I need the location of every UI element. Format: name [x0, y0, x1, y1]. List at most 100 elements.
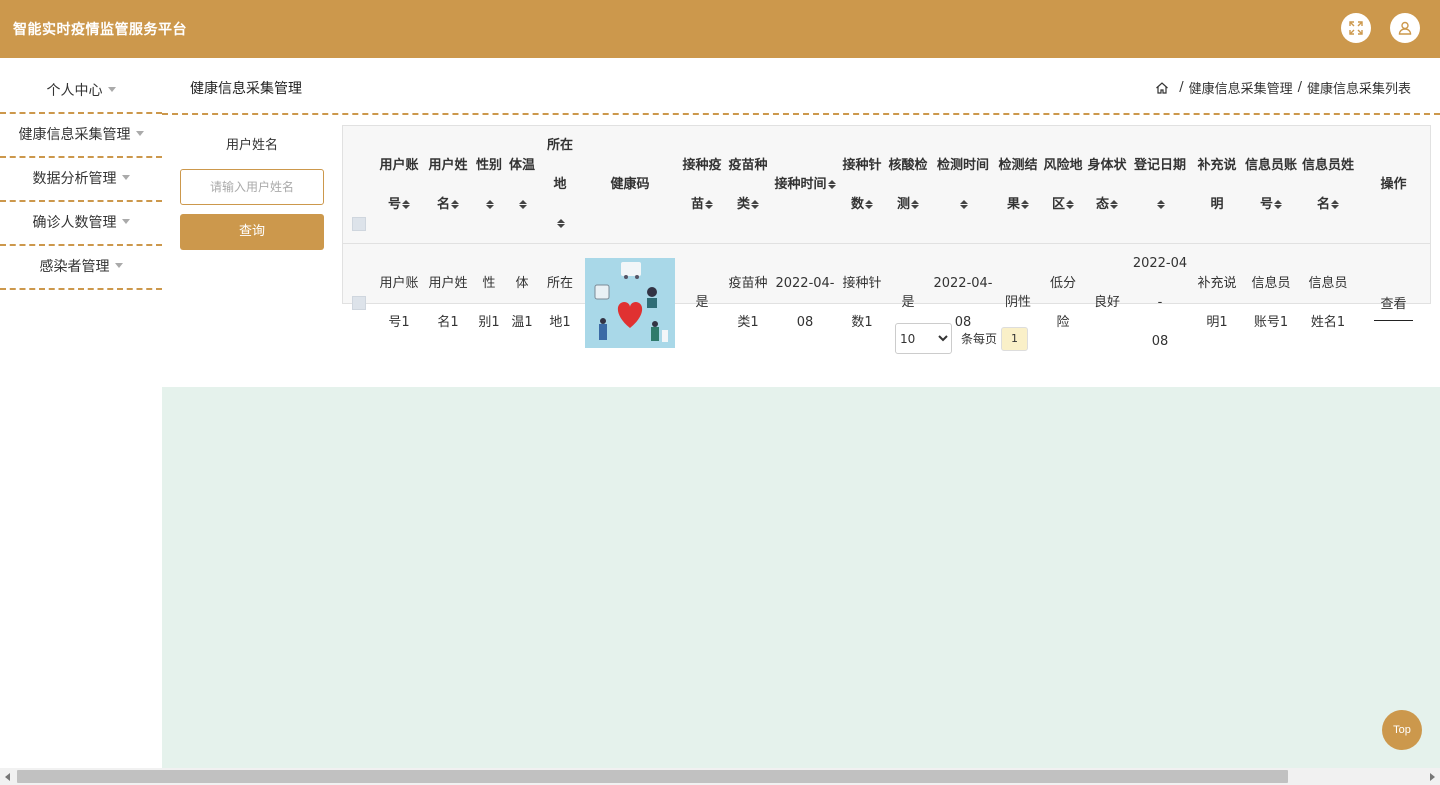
table-cell: 低分险 — [1049, 275, 1076, 330]
user-icon — [1398, 21, 1412, 35]
sort-icon[interactable] — [827, 180, 836, 189]
column-header[interactable]: 登记日期 — [1129, 126, 1191, 244]
table-row: 用户账 号1 用户姓 名1 性别1 体温1 所在 地1 是 疫苗种 类1 202… — [343, 244, 1430, 362]
column-header[interactable]: 信息员账号 — [1243, 126, 1299, 244]
table-header-row: 用户账号 用户姓名 性别 体温 所在地 健康码 接种疫苗 疫苗种类 接种时间 接… — [343, 126, 1430, 244]
table-cell: 良好 — [1093, 295, 1120, 310]
column-header[interactable]: 信息员姓名 — [1299, 126, 1357, 244]
sort-icon[interactable] — [865, 199, 873, 209]
page-title: 健康信息采集管理 — [190, 81, 302, 97]
scrollbar-thumb[interactable] — [17, 770, 1288, 783]
sidebar-item-confirmed-cases[interactable]: 确诊人数管理 — [0, 202, 162, 246]
sort-icon[interactable] — [1274, 199, 1282, 209]
sidebar-item-personal-center[interactable]: 个人中心 — [0, 58, 162, 114]
breadcrumb-separator: / — [1179, 80, 1184, 95]
back-to-top-button[interactable]: Top — [1382, 710, 1422, 750]
sidebar-item-label: 数据分析管理 — [32, 171, 117, 187]
sort-icon[interactable] — [402, 199, 410, 209]
table-cell: 2022-04- 08 — [1132, 256, 1188, 349]
page-header: 健康信息采集管理 / 健康信息采集管理 / 健康信息采集列表 — [162, 58, 1440, 115]
page-size-select[interactable]: 10 — [895, 323, 952, 354]
view-button[interactable]: 查看 — [1374, 290, 1413, 321]
sort-icon[interactable] — [705, 199, 713, 209]
sort-icon[interactable] — [451, 199, 459, 209]
home-icon[interactable] — [1155, 81, 1169, 95]
column-header[interactable]: 用户账号 — [375, 126, 423, 244]
table-cell: 疫苗种 类1 — [728, 275, 768, 330]
table-cell: 2022-04- 08 — [775, 275, 835, 330]
fullscreen-button[interactable] — [1341, 13, 1371, 43]
breadcrumb: / 健康信息采集管理 / 健康信息采集列表 — [1155, 78, 1411, 97]
health-code-image[interactable] — [585, 257, 675, 348]
scroll-left-icon[interactable] — [5, 773, 10, 781]
content-background — [162, 387, 1440, 768]
sort-icon[interactable] — [1066, 199, 1074, 209]
table-cell: 信息员 姓名1 — [1308, 275, 1348, 330]
query-button[interactable]: 查询 — [180, 214, 324, 250]
caret-down-icon — [107, 86, 116, 92]
sort-icon[interactable] — [556, 219, 565, 228]
sort-icon[interactable] — [959, 199, 968, 209]
column-header[interactable]: 检测时间 — [931, 126, 995, 244]
column-header[interactable]: 检测结果 — [995, 126, 1041, 244]
breadcrumb-item[interactable]: 健康信息采集管理 — [1189, 78, 1293, 97]
table-cell: 接种针 数1 — [842, 275, 882, 330]
app-title: 智能实时疫情监管服务平台 — [13, 22, 187, 38]
page-number-button[interactable]: 1 — [1001, 326, 1029, 351]
caret-down-icon — [135, 130, 144, 136]
per-page-label: 条每页 — [961, 332, 998, 346]
select-all-cell — [343, 126, 375, 244]
column-header[interactable]: 风险地区 — [1041, 126, 1085, 244]
column-header[interactable]: 核酸检测 — [885, 126, 931, 244]
column-header[interactable]: 接种时间 — [771, 126, 839, 244]
sort-icon[interactable] — [1110, 199, 1118, 209]
sidebar-item-infected[interactable]: 感染者管理 — [0, 246, 162, 290]
pagination: 10 条每页 1 — [895, 323, 1029, 354]
column-header[interactable]: 用户姓名 — [423, 126, 473, 244]
table-cell: 性别1 — [478, 275, 500, 330]
sidebar-item-label: 健康信息采集管理 — [18, 127, 131, 143]
sort-icon[interactable] — [1021, 199, 1029, 209]
breadcrumb-separator: / — [1297, 80, 1302, 95]
column-header[interactable]: 体温 — [505, 126, 539, 244]
sidebar-item-health-info[interactable]: 健康信息采集管理 — [0, 114, 162, 158]
breadcrumb-item: 健康信息采集列表 — [1306, 82, 1411, 97]
sort-icon[interactable] — [911, 199, 919, 209]
sidebar: 个人中心 健康信息采集管理 数据分析管理 确诊人数管理 感染者管理 — [0, 58, 162, 290]
column-header[interactable]: 接种疫苗 — [679, 126, 725, 244]
table-cell: 体温1 — [511, 275, 533, 330]
sidebar-item-data-analysis[interactable]: 数据分析管理 — [0, 158, 162, 202]
column-header: 补充说明 — [1197, 157, 1237, 212]
column-header: 健康码 — [610, 177, 650, 192]
row-checkbox[interactable] — [352, 295, 366, 310]
table-cell: 所在 地1 — [546, 275, 573, 330]
sort-icon[interactable] — [1156, 199, 1165, 209]
top-bar: 智能实时疫情监管服务平台 — [0, 0, 1440, 58]
table-cell: 用户姓 名1 — [428, 275, 468, 330]
caret-down-icon — [121, 174, 130, 180]
column-header[interactable]: 所在地 — [539, 126, 581, 244]
sort-icon[interactable] — [518, 199, 527, 209]
column-header[interactable]: 接种针数 — [839, 126, 885, 244]
search-label: 用户姓名 — [225, 138, 278, 153]
username-search-input[interactable] — [180, 169, 324, 205]
fullscreen-icon — [1349, 21, 1363, 35]
sidebar-item-label: 感染者管理 — [39, 259, 110, 275]
horizontal-scrollbar[interactable] — [0, 768, 1440, 785]
health-code-cell — [581, 244, 679, 362]
sort-icon[interactable] — [485, 199, 494, 209]
select-all-checkbox[interactable] — [352, 216, 366, 231]
table-cell: 信息员 账号1 — [1251, 275, 1291, 330]
column-header[interactable]: 性别 — [473, 126, 505, 244]
data-table: 用户账号 用户姓名 性别 体温 所在地 健康码 接种疫苗 疫苗种类 接种时间 接… — [342, 125, 1431, 349]
sort-icon[interactable] — [751, 199, 759, 209]
caret-down-icon — [121, 218, 130, 224]
sort-icon[interactable] — [1331, 199, 1339, 209]
caret-down-icon — [114, 262, 123, 268]
sidebar-item-label: 确诊人数管理 — [32, 215, 117, 231]
user-button[interactable] — [1390, 13, 1420, 43]
table-cell: 用户账 号1 — [379, 275, 419, 330]
column-header[interactable]: 身体状态 — [1085, 126, 1129, 244]
column-header[interactable]: 疫苗种类 — [725, 126, 771, 244]
scroll-right-icon[interactable] — [1430, 773, 1435, 781]
